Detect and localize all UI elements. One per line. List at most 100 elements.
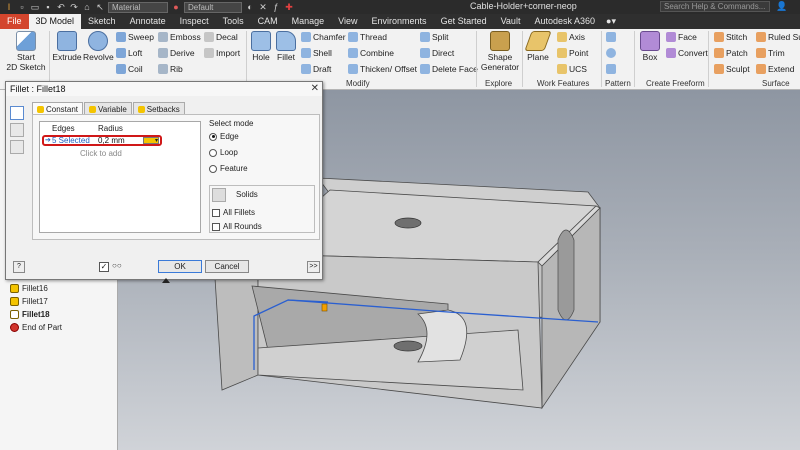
edge-set-row[interactable]: ➔ 5 Selected 0,2 mm ▾ (42, 135, 162, 146)
edges-selected-value[interactable]: 5 Selected (52, 136, 90, 145)
trim-button[interactable]: Trim (756, 48, 785, 58)
appearance-select[interactable]: Default (184, 1, 242, 13)
coil-button[interactable]: Coil (116, 64, 143, 74)
home-icon[interactable]: ⌂ (82, 2, 92, 12)
fillet-handle-icon[interactable] (321, 303, 328, 312)
solids-label: Solids (236, 190, 258, 199)
appearance-icon[interactable]: ● (171, 2, 181, 12)
tab-inspect[interactable]: Inspect (173, 14, 216, 29)
draft-button[interactable]: Draft (301, 64, 331, 74)
browser-item-fillet18[interactable]: Fillet18 (10, 310, 50, 319)
decal-button[interactable]: Decal (204, 32, 238, 42)
stitch-button[interactable]: Stitch (714, 32, 747, 42)
rib-button[interactable]: Rib (158, 64, 183, 74)
open-file-icon[interactable]: ▭ (30, 2, 40, 12)
help-icon[interactable]: ? (13, 261, 25, 273)
face-button[interactable]: Face (666, 32, 697, 42)
solids-select-icon[interactable] (212, 188, 226, 202)
loft-button[interactable]: Loft (116, 48, 142, 58)
select-icon[interactable]: ↖ (95, 2, 105, 12)
extrude-button[interactable]: Extrude (52, 31, 82, 62)
tab-cam[interactable]: CAM (251, 14, 285, 29)
tab-file[interactable]: File (0, 14, 29, 29)
revolve-button[interactable]: Revolve (83, 31, 114, 62)
edge-fillet-icon[interactable] (10, 106, 24, 120)
ucs-button[interactable]: UCS (557, 64, 587, 74)
adjust-icon[interactable]: ◐ (245, 2, 255, 12)
thicken-offset-button[interactable]: Thicken/ Offset (348, 64, 417, 74)
material-select[interactable]: Material (108, 1, 168, 13)
sweep-button[interactable]: Sweep (116, 32, 154, 42)
mode-edge-radio[interactable]: Edge (209, 132, 313, 141)
ruled-surface-button[interactable]: Ruled Sur (756, 32, 800, 42)
tab-get-started[interactable]: Get Started (434, 14, 494, 29)
hole-button[interactable]: Hole (250, 31, 272, 62)
shell-button[interactable]: Shell (301, 48, 332, 58)
circular-pattern-button[interactable] (606, 48, 616, 58)
app-logo-icon[interactable]: I (4, 2, 14, 12)
undo-icon[interactable]: ↶ (56, 2, 66, 12)
start-sketch-button[interactable]: Start 2D Sketch (6, 31, 46, 72)
combine-button[interactable]: Combine (348, 48, 394, 58)
preview-checkbox[interactable]: ✓ (99, 262, 109, 272)
plane-button[interactable]: Plane (524, 31, 552, 62)
shape-generator-button[interactable]: Shape Generator (480, 31, 520, 72)
patch-button[interactable]: Patch (714, 48, 748, 58)
all-fillets-checkbox[interactable]: All Fillets (212, 208, 255, 217)
box-button[interactable]: Box (638, 31, 662, 62)
fx-icon[interactable]: ƒ (271, 2, 281, 12)
tab-a360[interactable]: Autodesk A360 (527, 14, 602, 29)
sculpt-button[interactable]: Sculpt (714, 64, 750, 74)
clear-icon[interactable]: ✕ (258, 2, 268, 12)
decal-label: Decal (216, 32, 238, 42)
modify-panel-label[interactable]: Modify (346, 79, 370, 88)
tab-manage[interactable]: Manage (285, 14, 332, 29)
full-round-fillet-icon[interactable] (10, 140, 24, 154)
redo-icon[interactable]: ↷ (69, 2, 79, 12)
tab-annotate[interactable]: Annotate (123, 14, 173, 29)
import-button[interactable]: Import (204, 48, 240, 58)
convert-button[interactable]: Convert (666, 48, 708, 58)
delete-face-button[interactable]: Delete Face (420, 64, 478, 74)
plus-icon[interactable]: ✚ (284, 2, 294, 12)
mode-feature-radio[interactable]: Feature (209, 164, 313, 173)
all-rounds-checkbox[interactable]: All Rounds (212, 222, 262, 231)
dialog-grip-icon[interactable] (162, 278, 170, 283)
direct-button[interactable]: Direct (420, 48, 454, 58)
ribbon-toggle-icon[interactable]: ●▾ (602, 14, 623, 29)
radius-dropdown-icon[interactable]: ▾ (143, 137, 159, 144)
ok-button[interactable]: OK (158, 260, 202, 273)
extend-button[interactable]: Extend (756, 64, 794, 74)
browser-item-fillet17[interactable]: Fillet17 (10, 297, 48, 306)
save-icon[interactable]: ▪ (43, 2, 53, 12)
browser-item-end-of-part[interactable]: End of Part (10, 323, 62, 332)
emboss-button[interactable]: Emboss (158, 32, 201, 42)
split-button[interactable]: Split (420, 32, 449, 42)
chamfer-button[interactable]: Chamfer (301, 32, 346, 42)
face-fillet-icon[interactable] (10, 123, 24, 137)
tab-view[interactable]: View (331, 14, 364, 29)
rectangular-pattern-button[interactable] (606, 32, 616, 42)
axis-button[interactable]: Axis (557, 32, 585, 42)
tab-tools[interactable]: Tools (216, 14, 251, 29)
close-icon[interactable]: ✕ (311, 83, 319, 94)
mode-loop-radio[interactable]: Loop (209, 148, 313, 157)
tab-3d-model[interactable]: 3D Model (28, 14, 82, 29)
more-options-button[interactable]: >> (307, 261, 320, 273)
point-button[interactable]: Point (557, 48, 588, 58)
tab-sketch[interactable]: Sketch (81, 14, 123, 29)
click-to-add[interactable]: Click to add (80, 149, 122, 158)
new-file-icon[interactable]: ▫ (17, 2, 27, 12)
browser-item-fillet16[interactable]: Fillet16 (10, 284, 48, 293)
thread-button[interactable]: Thread (348, 32, 387, 42)
radius-input[interactable]: 0,2 mm (98, 136, 125, 145)
mirror-button[interactable] (606, 64, 616, 74)
help-search-input[interactable]: Search Help & Commands... (660, 1, 770, 12)
fillet-button[interactable]: Fillet (274, 31, 298, 62)
derive-button[interactable]: Derive (158, 48, 195, 58)
cancel-button[interactable]: Cancel (205, 260, 249, 273)
user-icon[interactable]: 👤 (776, 1, 787, 12)
tab-vault[interactable]: Vault (494, 14, 528, 29)
select-mode-group: Select mode Edge Loop Feature (209, 119, 313, 180)
tab-environments[interactable]: Environments (365, 14, 434, 29)
